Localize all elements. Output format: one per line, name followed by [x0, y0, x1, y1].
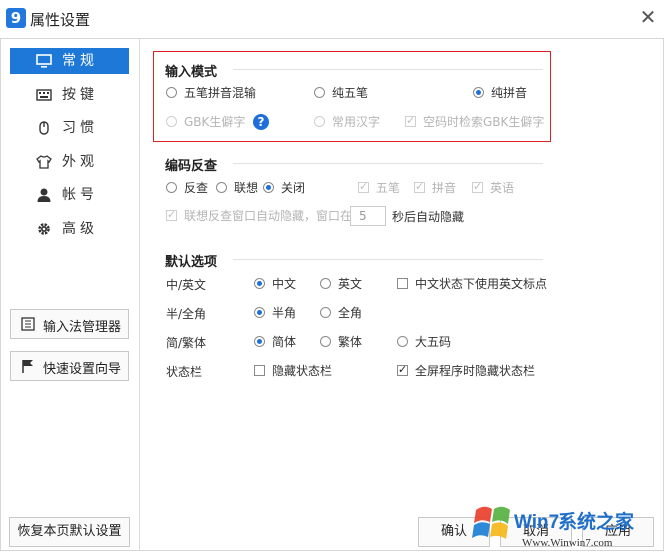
radio-label: 全角	[338, 306, 363, 320]
checkbox-box	[397, 362, 408, 378]
radio-circle	[254, 307, 265, 318]
radio-label: 纯拼音	[491, 86, 528, 100]
divider	[233, 259, 543, 260]
radio-label: 繁体	[338, 335, 363, 349]
sidebar-item-label: 按键	[62, 87, 98, 103]
radio-label: 半角	[272, 306, 297, 320]
help-icon[interactable]: ?	[253, 114, 269, 130]
gear-icon	[38, 223, 50, 235]
divider	[233, 69, 543, 70]
radio-circle	[473, 87, 484, 98]
radio-label: 中文	[272, 277, 297, 291]
ime-manager-label: 输入法管理器	[43, 320, 122, 335]
radio-label: 英文	[338, 277, 363, 291]
checkbox-label: 五笔	[376, 181, 401, 195]
radio-circle	[320, 336, 331, 347]
input-mode-title: 输入模式	[165, 65, 218, 80]
checkbox-label: 隐藏状态栏	[272, 364, 333, 378]
radio-circle	[166, 116, 177, 127]
radio-label: 反查	[184, 181, 209, 195]
checkbox-label: 中文状态下使用英文标点	[415, 277, 548, 291]
sidebar-item-appearance[interactable]: 外观	[10, 149, 129, 175]
ime-manager-button[interactable]: 输入法管理器	[10, 309, 129, 339]
radio-label: 五笔拼音混输	[184, 86, 257, 100]
cn-en-label: 中/英文	[166, 278, 207, 292]
radio-circle	[166, 182, 177, 193]
checkbox-label: 拼音	[432, 181, 457, 195]
radio-label: 大五码	[415, 335, 452, 349]
list-icon	[21, 317, 35, 331]
checkbox-label: 英语	[490, 181, 515, 195]
watermark: Win7 系统之家 Www.Winwin7.com	[470, 498, 665, 552]
radio-circle	[397, 336, 408, 347]
quick-setup-wizard-label: 快速设置向导	[43, 362, 122, 377]
shirt-icon	[36, 155, 52, 169]
sidebar-item-account[interactable]: 帐号	[10, 182, 129, 208]
checkbox-label: 空码时检索GBK生僻字	[423, 115, 545, 129]
auto-hide-suffix-label: 秒后自动隐藏	[392, 210, 465, 224]
status-bar-label: 状态栏	[166, 365, 203, 379]
radio-circle	[254, 336, 265, 347]
sidebar-item-label: 习惯	[62, 120, 98, 136]
checkbox-label: 联想反查窗口自动隐藏，窗口在	[184, 209, 353, 223]
checkbox-box	[472, 179, 483, 195]
window-title: 属性设置	[30, 11, 91, 29]
sidebar-item-label: 常规	[62, 53, 98, 69]
radio-circle	[314, 116, 325, 127]
title-bar	[0, 0, 665, 38]
checkbox-box	[254, 365, 265, 376]
reverse-lookup-title: 编码反查	[165, 159, 218, 174]
checkbox-box	[414, 179, 425, 195]
checkbox-box	[166, 207, 177, 223]
quick-setup-wizard-button[interactable]: 快速设置向导	[10, 351, 129, 381]
divider	[233, 163, 543, 164]
close-button[interactable]: ✕	[636, 5, 660, 29]
sidebar-item-general[interactable]: 常规	[10, 48, 129, 74]
restore-default-button[interactable]: 恢复本页默认设置	[9, 517, 130, 547]
watermark-url: Www.Winwin7.com	[522, 537, 613, 549]
user-icon	[37, 188, 51, 202]
simp-trad-label: 简/繁体	[166, 336, 207, 350]
watermark-logo-icon: Win7 系统之家 Www.Winwin7.com	[472, 506, 635, 549]
sidebar-item-keys[interactable]: 按键	[10, 82, 129, 108]
radio-label: 关闭	[281, 181, 306, 195]
watermark-brand-b: 系统之家	[558, 510, 635, 533]
radio-circle	[254, 278, 265, 289]
checkbox-box	[358, 179, 369, 195]
half-full-label: 半/全角	[166, 307, 207, 321]
radio-label: 联想	[234, 181, 259, 195]
sidebar-item-label: 高级	[62, 221, 98, 237]
radio-label: 简体	[272, 335, 297, 349]
sidebar-item-habits[interactable]: 习惯	[10, 115, 129, 141]
checkbox-label: 全屏程序时隐藏状态栏	[415, 364, 536, 378]
radio-circle	[166, 87, 177, 98]
sidebar-item-label: 外观	[62, 154, 98, 170]
radio-circle	[320, 278, 331, 289]
radio-label: 常用汉字	[332, 115, 381, 129]
radio-label: 纯五笔	[332, 86, 369, 100]
radio-circle	[263, 182, 274, 193]
auto-hide-seconds-input[interactable]: 5	[350, 206, 386, 226]
watermark-brand-a: Win7	[514, 512, 559, 533]
radio-label: GBK生僻字	[184, 115, 246, 129]
app-logo-icon: 9	[6, 8, 26, 28]
default-options-title: 默认选项	[165, 255, 218, 270]
radio-circle	[216, 182, 227, 193]
sidebar-item-advanced[interactable]: 高级	[10, 216, 129, 242]
mouse-icon	[39, 121, 49, 135]
radio-circle	[314, 87, 325, 98]
monitor-icon	[36, 54, 52, 68]
checkbox-box	[405, 113, 416, 129]
sidebar-item-label: 帐号	[62, 187, 98, 203]
keyboard-icon	[36, 89, 52, 101]
flag-icon	[22, 360, 33, 373]
checkbox-box	[397, 278, 408, 289]
radio-circle	[320, 307, 331, 318]
